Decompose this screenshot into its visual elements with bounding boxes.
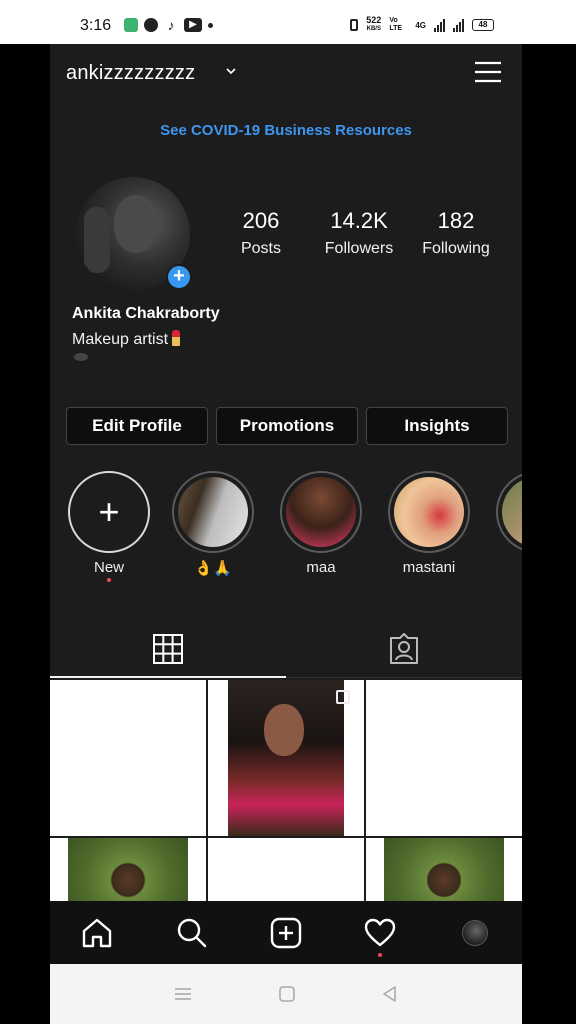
bio-text: Makeup artist [72, 331, 169, 348]
highlight-item[interactable] [496, 471, 522, 559]
highlight-cover [178, 477, 248, 547]
posts-grid [50, 678, 522, 964]
tab-posts-grid[interactable] [50, 620, 286, 678]
highlight-label: maa [306, 559, 336, 576]
avatar-face-shape [114, 195, 158, 253]
post-photo [384, 838, 504, 908]
nav-new-post[interactable] [266, 913, 306, 953]
posts-label: Posts [240, 240, 281, 257]
search-icon [177, 918, 206, 947]
highlight-label: mastani [402, 559, 456, 576]
nav-activity[interactable] [360, 913, 400, 957]
highlight-item[interactable]: maa [280, 471, 362, 576]
highlight-item[interactable]: mastani [388, 471, 470, 576]
photo-subject-shape [264, 704, 304, 756]
followers-stat[interactable]: 14.2K Followers [316, 208, 402, 258]
heart-icon [365, 918, 396, 946]
system-indicators: 522 KB/S Vo LTE 4G 48 [350, 16, 494, 34]
app-notification-icon [144, 18, 158, 32]
lipstick-emoji-icon [172, 330, 181, 346]
tab-tagged[interactable] [286, 620, 522, 678]
status-time: 3:16 [80, 17, 112, 34]
highlight-new[interactable]: + New [68, 471, 150, 582]
profile-tabs [50, 620, 522, 678]
tiktok-icon: ♪ [167, 17, 175, 33]
signal-icon-2 [453, 18, 464, 32]
bio-extra-icon [74, 353, 88, 361]
profile-name: Ankita Chakraborty [72, 305, 220, 322]
recents-menu-icon[interactable] [173, 986, 193, 1002]
carousel-icon [336, 690, 350, 704]
followers-count: 14.2K [330, 208, 388, 233]
profile-header: ankizzzzzzzzz [50, 44, 522, 104]
chevron-down-icon[interactable] [226, 66, 236, 76]
more-notifications-dot [208, 22, 213, 28]
right-letterbox [522, 44, 576, 964]
activity-notification-dot [378, 952, 383, 957]
post-photo [68, 838, 188, 908]
avatar-hand-shape [84, 207, 110, 273]
add-post-icon [270, 917, 302, 948]
following-stat[interactable]: 182 Following [414, 208, 498, 258]
signal-icon [434, 18, 445, 32]
nav-home[interactable] [77, 913, 117, 953]
highlight-cover [394, 477, 464, 547]
highlight-label: 👌🙏 [194, 560, 232, 577]
promotions-button[interactable]: Promotions [216, 407, 358, 445]
highlight-cover [286, 477, 356, 547]
back-icon[interactable] [381, 985, 399, 1003]
speed-value: 522 [366, 15, 382, 25]
posts-count: 206 [242, 208, 280, 233]
new-highlight-plus-icon: + [68, 471, 150, 553]
network-type: 4G [415, 20, 426, 30]
home-icon [82, 918, 112, 947]
bottom-navigation [50, 901, 522, 964]
hamburger-icon[interactable] [474, 60, 502, 84]
tagged-icon [390, 633, 418, 664]
post-thumbnail[interactable] [50, 680, 206, 836]
volte-label: Vo LTE [389, 17, 403, 32]
left-letterbox [0, 44, 50, 964]
posts-stat[interactable]: 206 Posts [230, 208, 292, 258]
youtube-icon: ▶ [184, 18, 202, 32]
highlight-item[interactable]: 👌🙏 [172, 471, 254, 577]
post-thumbnail[interactable] [208, 680, 364, 836]
highlight-ring [496, 471, 522, 553]
speed-unit: KB/S [366, 26, 381, 32]
instagram-profile-screen: ankizzzzzzzzz See COVID-19 Business Reso… [50, 44, 522, 964]
nav-profile[interactable] [455, 913, 495, 953]
battery-icon: 48 [472, 19, 494, 31]
grid-icon [153, 634, 183, 664]
vibrate-icon [350, 19, 359, 31]
highlight-cover [502, 477, 522, 547]
edit-profile-button[interactable]: Edit Profile [66, 407, 208, 445]
notification-icons: ♪ ▶ [124, 18, 213, 32]
profile-avatar-icon [461, 919, 488, 946]
post-thumbnail[interactable] [366, 680, 522, 836]
following-count: 182 [437, 208, 475, 233]
home-button-icon[interactable] [278, 985, 296, 1003]
covid-resources-link[interactable]: See COVID-19 Business Resources [50, 122, 522, 139]
insights-button[interactable]: Insights [366, 407, 508, 445]
profile-bio: Makeup artist [72, 330, 181, 349]
new-indicator-dot [107, 578, 111, 582]
highlight-label: New [93, 559, 124, 576]
followers-label: Followers [324, 240, 394, 257]
message-app-icon [124, 18, 138, 32]
add-story-icon[interactable]: + [166, 264, 192, 290]
highlight-ring [388, 471, 470, 553]
highlight-ring [280, 471, 362, 553]
post-photo [228, 680, 344, 836]
username-switcher[interactable]: ankizzzzzzzzz [66, 62, 195, 85]
network-speed: 522 KB/S [366, 16, 381, 34]
nav-search[interactable] [172, 913, 212, 953]
system-navigation-bar [50, 964, 522, 1024]
following-label: Following [422, 240, 490, 257]
status-bar: 3:16 ♪ ▶ 522 KB/S Vo LTE 4G 48 [0, 0, 576, 44]
highlight-ring [172, 471, 254, 553]
